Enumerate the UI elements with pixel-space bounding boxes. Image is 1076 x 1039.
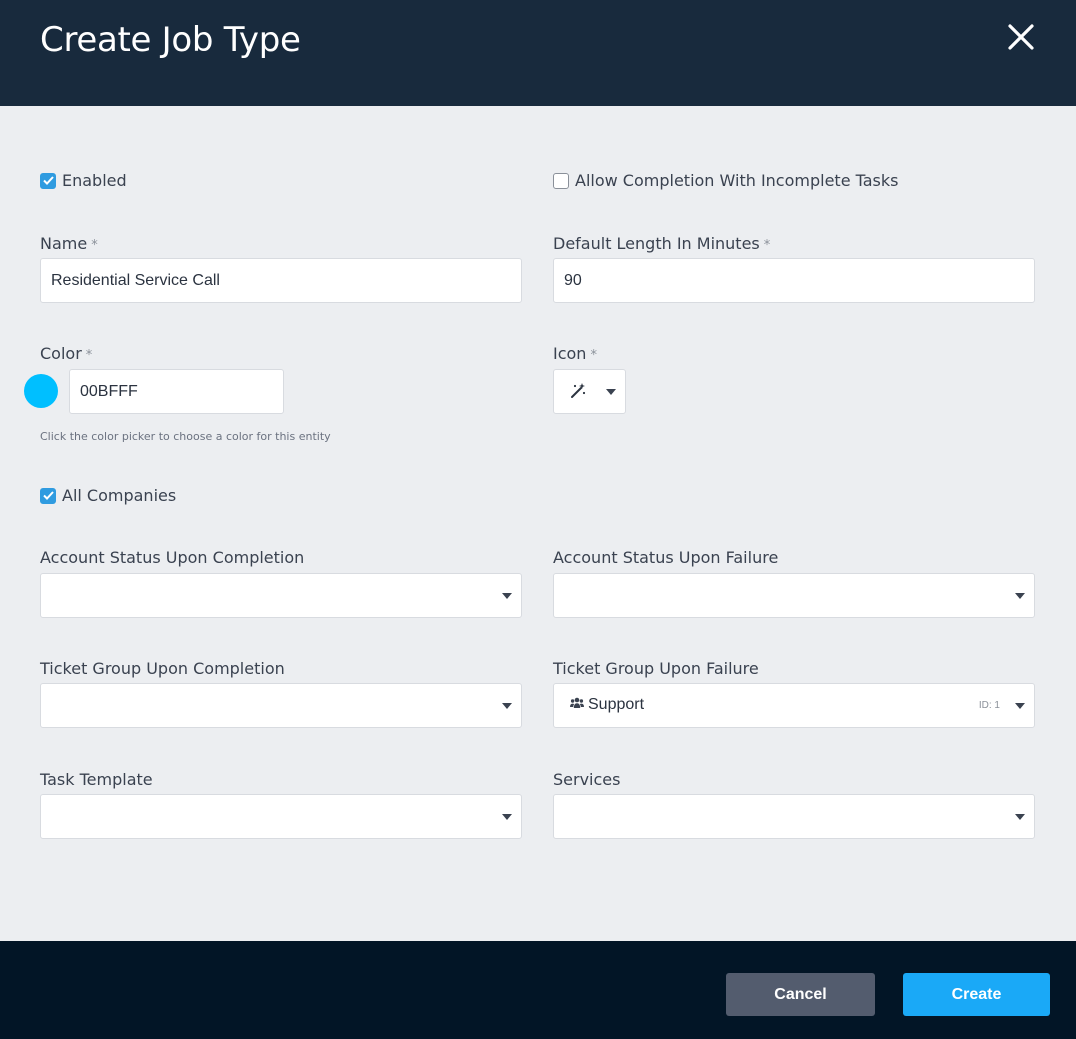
ticket-group-failure-text: Support [588, 696, 645, 713]
color-hex-field[interactable]: 00BFFF [69, 369, 284, 414]
chevron-down-icon [1015, 814, 1025, 820]
color-label: Color * [40, 344, 93, 363]
color-hint: Click the color picker to choose a color… [40, 430, 331, 443]
create-button[interactable]: Create [903, 973, 1050, 1016]
dialog-header: Create Job Type [0, 0, 1076, 106]
account-status-completion-select[interactable] [40, 573, 522, 618]
ticket-group-failure-select[interactable]: Support ID: 1 [553, 683, 1035, 728]
account-status-failure-select[interactable] [553, 573, 1035, 618]
chevron-down-icon [502, 593, 512, 599]
icon-label: Icon * [553, 344, 597, 363]
chevron-down-icon [1015, 593, 1025, 599]
color-hex-value: 00BFFF [80, 382, 138, 400]
ticket-group-failure-label: Ticket Group Upon Failure [553, 659, 759, 678]
checkbox-unchecked-icon[interactable] [553, 172, 569, 189]
task-template-label: Task Template [40, 770, 153, 789]
allow-incomplete-checkbox[interactable]: Allow Completion With Incomplete Tasks [553, 171, 898, 190]
account-status-failure-label: Account Status Upon Failure [553, 548, 779, 567]
all-companies-checkbox[interactable]: All Companies [40, 486, 176, 505]
checkbox-checked-icon[interactable] [40, 172, 56, 189]
name-field[interactable]: Residential Service Call [40, 258, 522, 303]
chevron-down-icon [502, 703, 512, 709]
ticket-group-id-badge: ID: 1 [978, 700, 1000, 711]
color-picker-swatch[interactable] [24, 374, 58, 408]
all-companies-label: All Companies [62, 486, 177, 505]
name-value: Residential Service Call [51, 271, 220, 289]
chevron-down-icon [1015, 703, 1025, 709]
users-icon [570, 696, 584, 714]
enabled-label: Enabled [62, 171, 127, 190]
enabled-checkbox[interactable]: Enabled [40, 171, 127, 190]
chevron-down-icon [502, 814, 512, 820]
name-label: Name * [40, 234, 98, 253]
chevron-down-icon [606, 389, 616, 395]
services-select[interactable] [553, 794, 1035, 839]
dialog-title: Create Job Type [40, 20, 301, 60]
account-status-completion-label: Account Status Upon Completion [40, 548, 305, 567]
cancel-button[interactable]: Cancel [726, 973, 875, 1016]
services-label: Services [553, 770, 621, 789]
ticket-group-completion-label: Ticket Group Upon Completion [40, 659, 285, 678]
close-icon[interactable] [1004, 20, 1038, 54]
allow-incomplete-label: Allow Completion With Incomplete Tasks [575, 171, 899, 190]
default-length-label: Default Length In Minutes * [553, 234, 771, 253]
magic-wand-icon [569, 382, 587, 405]
default-length-value: 90 [564, 271, 582, 289]
default-length-field[interactable]: 90 [553, 258, 1035, 303]
icon-select[interactable] [553, 369, 626, 414]
checkbox-checked-icon[interactable] [40, 487, 56, 504]
ticket-group-completion-select[interactable] [40, 683, 522, 728]
task-template-select[interactable] [40, 794, 522, 839]
ticket-group-failure-value: Support [570, 696, 644, 714]
